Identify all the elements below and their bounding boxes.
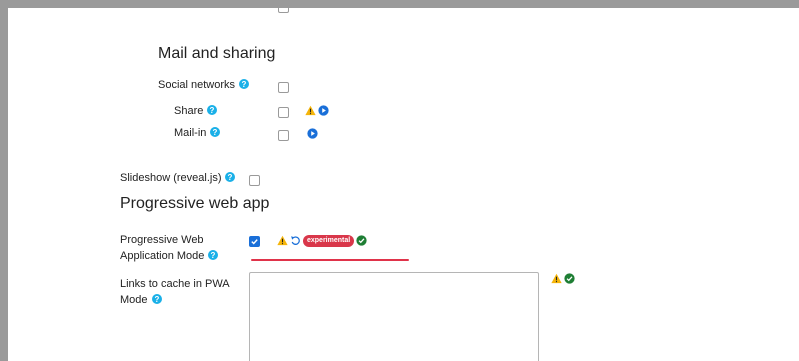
- preview-play-icon[interactable]: [318, 105, 329, 116]
- help-icon[interactable]: ?: [225, 172, 236, 182]
- slideshow-checkbox[interactable]: [249, 175, 260, 186]
- share-checkbox[interactable]: [278, 107, 289, 118]
- share-text: Share: [174, 105, 204, 117]
- focus-underline: [251, 259, 409, 261]
- help-icon[interactable]: ?: [208, 250, 219, 260]
- help-icon[interactable]: ?: [239, 79, 250, 89]
- slideshow-text: Slideshow (reveal.js): [120, 172, 222, 184]
- preview-play-icon[interactable]: [307, 128, 318, 139]
- pwa-cache-label: Links to cache in PWA Mode?: [120, 276, 240, 308]
- pwa-cache-textarea[interactable]: [249, 272, 539, 361]
- help-icon[interactable]: ?: [207, 105, 218, 115]
- pwa-mode-text: Progressive Web Application Mode: [120, 234, 205, 262]
- check-circle-icon: [564, 273, 575, 284]
- social-networks-checkbox[interactable]: [278, 82, 289, 93]
- svg-text:?: ?: [242, 80, 247, 89]
- warning-icon: [305, 105, 316, 116]
- svg-text:?: ?: [213, 128, 218, 137]
- svg-text:?: ?: [154, 295, 159, 304]
- help-icon[interactable]: ?: [151, 294, 162, 304]
- pwa-cache-text: Links to cache in PWA Mode: [120, 278, 230, 306]
- svg-text:?: ?: [210, 106, 215, 115]
- warning-icon: [277, 235, 288, 246]
- mail-in-label: Mail-in?: [174, 127, 221, 139]
- check-circle-icon: [356, 235, 367, 246]
- pwa-mode-label: Progressive Web Application Mode?: [120, 232, 240, 264]
- preferences-panel: Mail and sharing Social networks? Share?…: [8, 8, 799, 361]
- check-icon: [251, 239, 258, 245]
- partial-checkbox[interactable]: [278, 8, 289, 13]
- section-heading-mail: Mail and sharing: [158, 45, 276, 62]
- undo-icon[interactable]: [290, 235, 301, 246]
- experimental-badge: experimental: [303, 235, 355, 247]
- svg-text:?: ?: [211, 251, 216, 260]
- social-networks-text: Social networks: [158, 79, 236, 91]
- share-label: Share?: [174, 105, 218, 117]
- slideshow-label: Slideshow (reveal.js)?: [120, 172, 236, 184]
- svg-text:?: ?: [228, 173, 233, 182]
- help-icon[interactable]: ?: [210, 127, 221, 137]
- social-networks-label: Social networks?: [158, 79, 250, 91]
- section-heading-pwa: Progressive web app: [120, 195, 270, 212]
- pwa-mode-checkbox[interactable]: [249, 236, 260, 247]
- mail-in-text: Mail-in: [174, 127, 207, 139]
- warning-icon: [551, 273, 562, 284]
- mail-in-checkbox[interactable]: [278, 130, 289, 141]
